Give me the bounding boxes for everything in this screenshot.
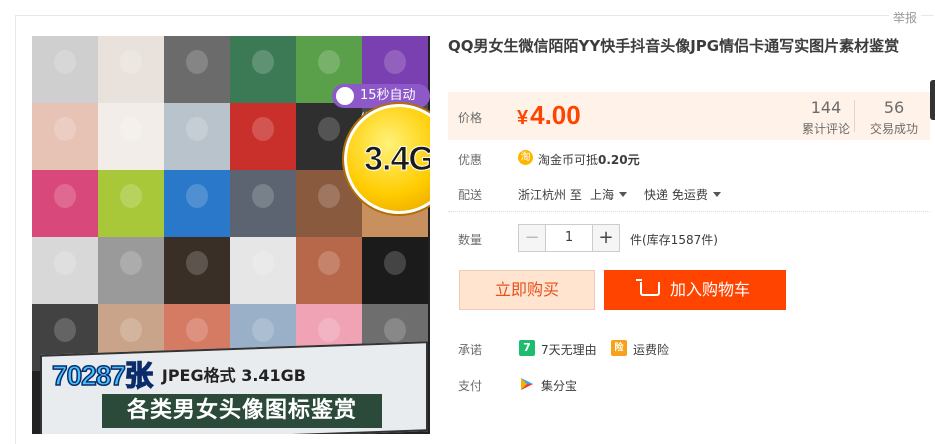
banner-subtitle: 各类男女头像图标鉴赏 xyxy=(102,394,382,428)
chevron-down-icon xyxy=(619,192,628,197)
report-link[interactable]: 举报 xyxy=(888,9,921,26)
format-text: JPEG格式 3.41GB xyxy=(161,366,306,385)
cart-icon xyxy=(635,279,660,296)
taobao-coin-icon: 淘 xyxy=(518,150,533,165)
avatar-thumbnail xyxy=(32,237,98,304)
jifenbao-link[interactable]: 集分宝 xyxy=(541,377,577,394)
product-main-image[interactable]: 15秒自动发货 3.4G 70287张 JPEG格式 3.41GB 各类男女头像… xyxy=(32,36,430,434)
avatar-thumbnail xyxy=(164,237,230,304)
avatar-thumbnail xyxy=(164,103,230,170)
shipping-destination-select[interactable]: 上海 xyxy=(590,186,628,203)
avatar-thumbnail xyxy=(164,170,230,237)
avatar-thumbnail xyxy=(32,170,98,237)
quantity-stepper: − 1 + xyxy=(518,224,620,252)
increase-button[interactable]: + xyxy=(592,224,620,252)
deals-count: 56 xyxy=(883,98,905,117)
price-label: 价格 xyxy=(458,111,483,125)
auto-delivery-pill: 15秒自动发货 xyxy=(332,84,430,127)
avatar-thumbnail xyxy=(32,36,98,103)
reviews-count: 144 xyxy=(810,98,842,117)
avatar-thumbnail xyxy=(362,237,428,304)
deals-stat: 56 交易成功 xyxy=(862,99,926,137)
avatar-thumbnail xyxy=(98,103,164,170)
jifenbao-icon xyxy=(519,376,535,392)
currency-symbol: ¥ xyxy=(517,107,529,129)
price-amount: 4.00 xyxy=(530,100,581,130)
payment-label: 支付 xyxy=(458,379,483,393)
shipping-insurance-icon: 险 xyxy=(611,340,627,356)
divider xyxy=(448,211,930,212)
seven-day-return-link[interactable]: 7天无理由 xyxy=(541,341,597,358)
shipping-insurance-link[interactable]: 运费险 xyxy=(633,341,669,358)
shipping-from: 浙江杭州 至 xyxy=(518,188,582,202)
decrease-button[interactable]: − xyxy=(518,224,546,252)
avatar-thumbnail xyxy=(230,36,296,103)
avatar-thumbnail xyxy=(32,103,98,170)
shipping-method: 快递 免运费 xyxy=(644,188,708,202)
stat-divider xyxy=(854,100,855,132)
reviews-stat[interactable]: 144 累计评论 xyxy=(794,99,858,137)
promise-label: 承诺 xyxy=(458,343,483,357)
seven-day-return-icon: 7 xyxy=(519,340,535,356)
side-thumbnail-edge[interactable] xyxy=(930,80,935,120)
avatar-thumbnail xyxy=(98,170,164,237)
buy-now-button[interactable]: 立即购买 xyxy=(459,270,595,310)
price-box: 价格 ¥4.00 144 累计评论 56 交易成功 xyxy=(448,92,930,140)
shipping-method-select[interactable]: 快递 免运费 xyxy=(644,186,721,203)
promo-label: 优惠 xyxy=(458,153,483,167)
avatar-thumbnail xyxy=(98,36,164,103)
chevron-down-icon xyxy=(712,192,721,197)
shipping-to: 上海 xyxy=(590,188,615,202)
shipping-label: 配送 xyxy=(458,188,483,202)
avatar-thumbnail xyxy=(230,170,296,237)
avatar-thumbnail xyxy=(296,237,362,304)
promo-desc: 淘金币可抵 xyxy=(538,153,599,167)
avatar-thumbnail xyxy=(230,103,296,170)
image-count-text: 70287张 xyxy=(51,359,153,392)
promo-text: 淘金币可抵0.20元 xyxy=(538,151,640,168)
size-badge-text: 3.4G xyxy=(364,139,430,178)
avatar-thumbnail xyxy=(230,237,296,304)
quantity-input[interactable]: 1 xyxy=(546,224,592,252)
add-to-cart-button[interactable]: 加入购物车 xyxy=(604,270,786,310)
promo-amount: 0.20元 xyxy=(598,153,640,167)
banner-top-line: 70287张 JPEG格式 3.41GB xyxy=(51,354,306,394)
deals-label: 交易成功 xyxy=(869,122,918,136)
quantity-label: 数量 xyxy=(458,233,483,247)
add-to-cart-label: 加入购物车 xyxy=(669,280,750,299)
avatar-thumbnail xyxy=(164,36,230,103)
avatar-thumbnail xyxy=(98,237,164,304)
product-title: QQ男女生微信陌陌YY快手抖音头像JPG情侣卡通写实图片素材鉴赏 xyxy=(448,37,900,55)
stock-text: 件(库存1587件) xyxy=(630,233,718,247)
clock-icon xyxy=(336,87,354,105)
reviews-label: 累计评论 xyxy=(801,122,850,136)
price-value: ¥4.00 xyxy=(517,100,581,131)
